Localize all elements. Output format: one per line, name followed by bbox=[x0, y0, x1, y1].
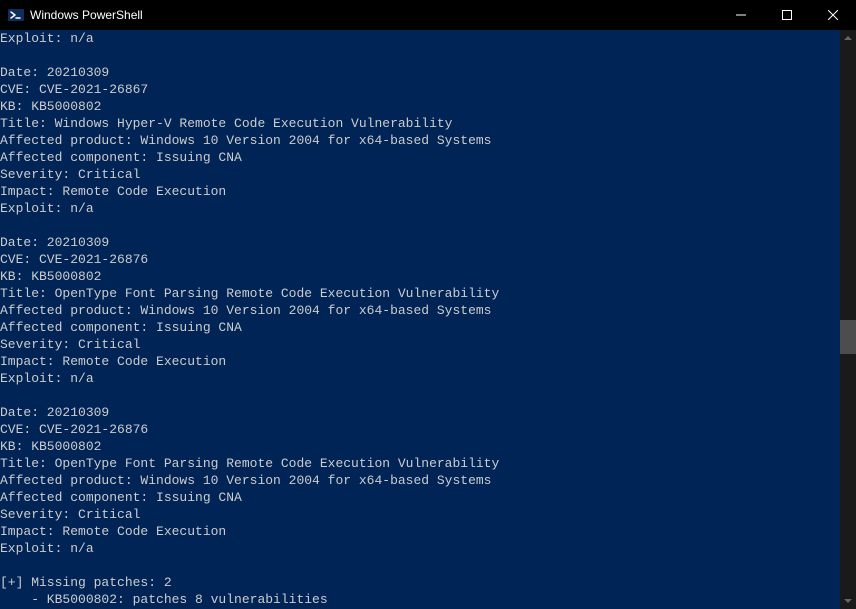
terminal-line: - KB5000802: patches 8 vulnerabilities bbox=[0, 591, 840, 608]
terminal-line: Affected product: Windows 10 Version 200… bbox=[0, 302, 840, 319]
terminal-line: Exploit: n/a bbox=[0, 540, 840, 557]
terminal-line: Exploit: n/a bbox=[0, 370, 840, 387]
terminal-line: Exploit: n/a bbox=[0, 30, 840, 47]
window-titlebar: Windows PowerShell bbox=[0, 0, 856, 30]
scroll-track[interactable] bbox=[840, 46, 856, 593]
terminal-line: Title: OpenType Font Parsing Remote Code… bbox=[0, 455, 840, 472]
terminal-line: KB: KB5000802 bbox=[0, 438, 840, 455]
terminal-line: Affected component: Issuing CNA bbox=[0, 489, 840, 506]
terminal-line: Severity: Critical bbox=[0, 506, 840, 523]
window-controls bbox=[718, 0, 856, 30]
terminal-line: KB: KB5000802 bbox=[0, 98, 840, 115]
terminal-line bbox=[0, 387, 840, 404]
terminal-line: Affected product: Windows 10 Version 200… bbox=[0, 132, 840, 149]
terminal-line: Severity: Critical bbox=[0, 336, 840, 353]
terminal-line: Affected component: Issuing CNA bbox=[0, 149, 840, 166]
terminal-line: CVE: CVE-2021-26876 bbox=[0, 421, 840, 438]
terminal-line bbox=[0, 557, 840, 574]
maximize-button[interactable] bbox=[764, 0, 810, 30]
terminal-line: CVE: CVE-2021-26867 bbox=[0, 81, 840, 98]
terminal-line: Severity: Critical bbox=[0, 166, 840, 183]
window-title: Windows PowerShell bbox=[30, 8, 143, 22]
terminal-line: Date: 20210309 bbox=[0, 234, 840, 251]
terminal-line: Date: 20210309 bbox=[0, 64, 840, 81]
terminal-line: Impact: Remote Code Execution bbox=[0, 353, 840, 370]
terminal-line: CVE: CVE-2021-26876 bbox=[0, 251, 840, 268]
titlebar-left: Windows PowerShell bbox=[0, 7, 143, 23]
terminal-line bbox=[0, 217, 840, 234]
scroll-up-button[interactable] bbox=[840, 30, 856, 46]
terminal-line: Title: Windows Hyper-V Remote Code Execu… bbox=[0, 115, 840, 132]
scroll-down-button[interactable] bbox=[840, 593, 856, 609]
terminal-line: Title: OpenType Font Parsing Remote Code… bbox=[0, 285, 840, 302]
terminal-line: Date: 20210309 bbox=[0, 404, 840, 421]
scroll-thumb[interactable] bbox=[840, 320, 856, 354]
terminal-output[interactable]: Exploit: n/a Date: 20210309CVE: CVE-2021… bbox=[0, 30, 840, 609]
terminal-line: Impact: Remote Code Execution bbox=[0, 183, 840, 200]
close-button[interactable] bbox=[810, 0, 856, 30]
content-wrapper: Exploit: n/a Date: 20210309CVE: CVE-2021… bbox=[0, 30, 856, 609]
terminal-line: Exploit: n/a bbox=[0, 200, 840, 217]
vertical-scrollbar[interactable] bbox=[840, 30, 856, 609]
minimize-button[interactable] bbox=[718, 0, 764, 30]
terminal-line: Affected component: Issuing CNA bbox=[0, 319, 840, 336]
terminal-line: Affected product: Windows 10 Version 200… bbox=[0, 472, 840, 489]
terminal-line bbox=[0, 47, 840, 64]
terminal-line: KB: KB5000802 bbox=[0, 268, 840, 285]
powershell-icon bbox=[8, 7, 24, 23]
terminal-line: Impact: Remote Code Execution bbox=[0, 523, 840, 540]
terminal-line: [+] Missing patches: 2 bbox=[0, 574, 840, 591]
